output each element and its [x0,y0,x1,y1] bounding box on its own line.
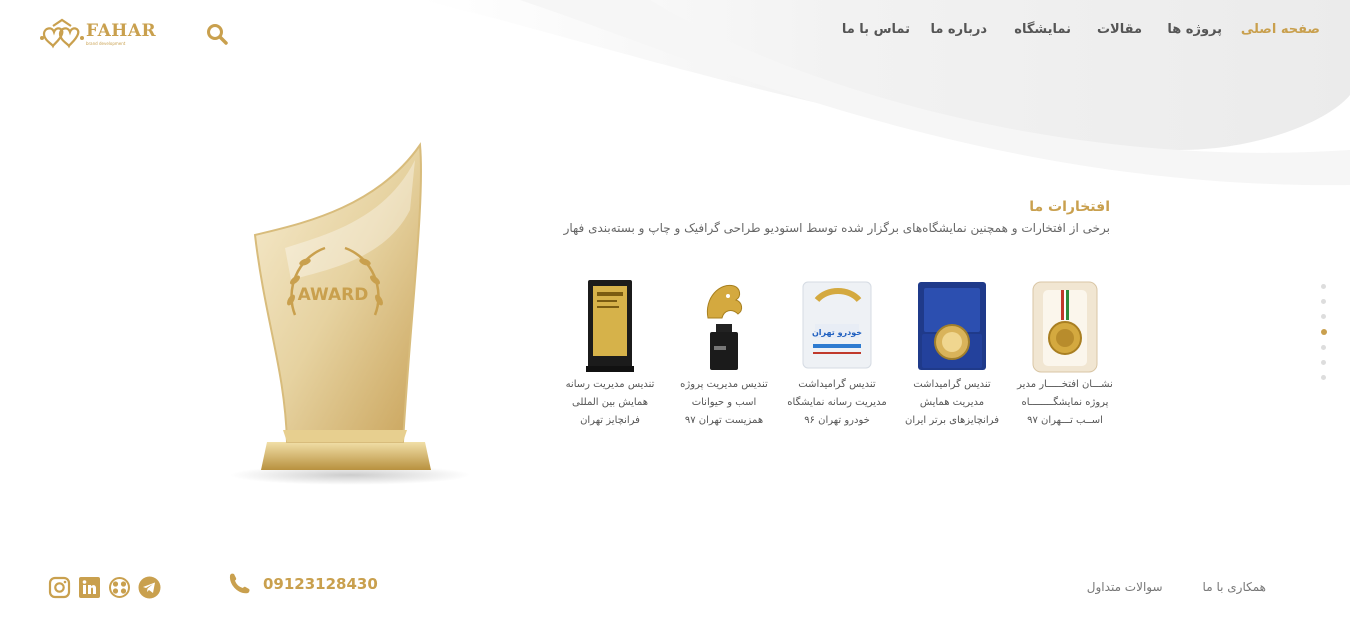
social-links [48,576,161,599]
horse-trophy-icon [706,284,743,370]
telegram-icon[interactable] [138,576,161,599]
search-button[interactable] [206,23,228,49]
pager-dot[interactable] [1321,314,1326,319]
nav-exhibition[interactable]: نمایشگاه [1014,22,1071,37]
award-item[interactable]: تندیس گرامیداشت مدیریت همایش فرانچایزهای… [897,278,1007,430]
award-caption: تندیس گرامیداشت مدیریت رسانه نمایشگاه خو… [787,379,887,426]
nav-contact[interactable]: تماس با ما [842,22,910,37]
awards-list: نشـــان افتخـــــار مدیر پروژه نمایشگـــ… [555,278,1120,438]
award-item[interactable]: نشـــان افتخـــــار مدیر پروژه نمایشگـــ… [1010,278,1120,430]
brand-tagline: brand development [86,40,126,46]
award-caption: تندیس مدیریت رسانه همایش بین المللی فران… [565,379,655,426]
footer-link-cooperation[interactable]: همکاری با ما [1203,580,1266,594]
plaque-box-icon [918,282,986,370]
nav-about[interactable]: درباره ما [930,22,987,37]
pager-dot[interactable] [1321,299,1326,304]
pager-dot-active[interactable] [1321,329,1327,335]
brand-logo[interactable]: FAHAR brand development [38,16,158,52]
award-engraving: AWARD [298,285,369,305]
search-icon [207,24,228,45]
award-item[interactable]: تندیس مدیریت رسانه همایش بین المللی فران… [555,278,665,430]
nav-projects[interactable]: پروژه ها [1167,22,1222,37]
pager-dot[interactable] [1321,375,1326,380]
medal-icon [1032,281,1098,373]
footer-link-faq[interactable]: سوالات متداول [1087,580,1163,594]
award-item[interactable]: تندیس مدیریت پروژه اسب و حیوانات همزیست … [669,278,779,430]
instagram-icon[interactable] [48,576,71,599]
pager-dot[interactable] [1321,284,1326,289]
gold-plaque-icon [586,280,634,372]
section-subtitle: برخی از افتخارات و همچنین نمایشگاه‌های ب… [563,221,1110,235]
brand-name: FAHAR [86,20,157,41]
nav-articles[interactable]: مقالات [1097,22,1142,37]
award-caption: تندیس مدیریت پروژه اسب و حیوانات همزیست … [680,379,768,426]
aparat-icon[interactable] [108,576,131,599]
award-trophy-image: AWARD [230,142,470,485]
plaque-text: خودرو تهران [812,328,862,337]
award-caption: نشـــان افتخـــــار مدیر پروژه نمایشگـــ… [1017,379,1113,426]
linkedin-icon[interactable] [78,576,101,599]
pager-dot[interactable] [1321,345,1326,350]
section-title: افتخارات ما [1029,199,1110,215]
award-item[interactable]: خودرو تهران تندیس گرامیداشت مدیریت رسانه… [782,278,892,430]
nav-home[interactable]: صفحه اصلی [1241,22,1320,37]
footer-links: همکاری با ما سوالات متداول [1087,580,1266,594]
phone-contact[interactable]: 09123128430 [227,572,378,596]
phone-number: 09123128430 [263,575,378,593]
phone-icon [229,573,250,594]
crystal-plaque-icon: خودرو تهران [802,281,872,369]
award-caption: تندیس گرامیداشت مدیریت همایش فرانچایزهای… [905,379,999,426]
logo-emblem-icon [40,18,84,49]
section-pager [1321,284,1327,390]
pager-dot[interactable] [1321,360,1326,365]
